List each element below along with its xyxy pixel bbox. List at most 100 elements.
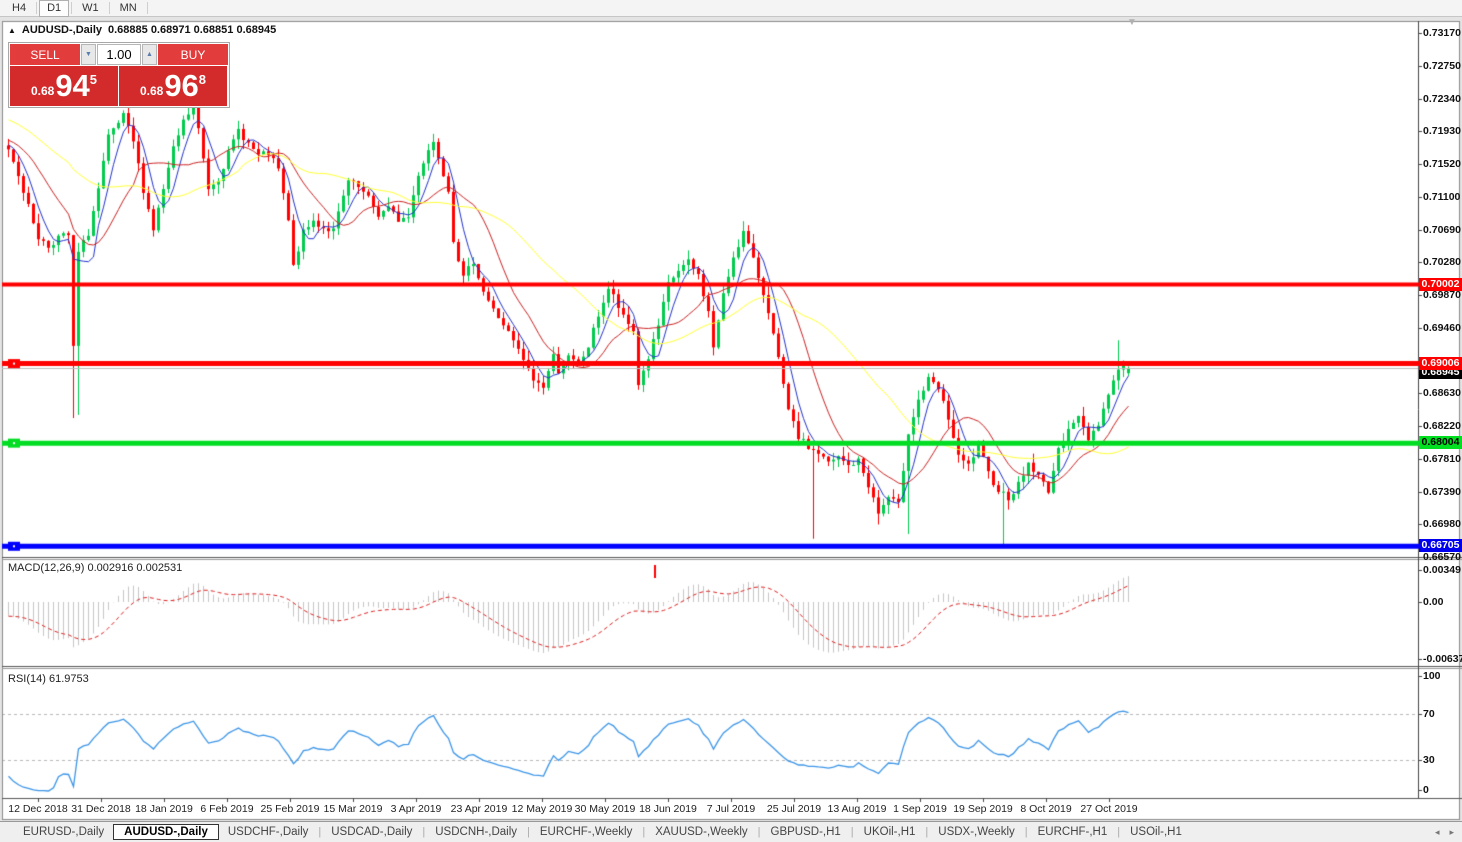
tab-eurchf-weekly[interactable]: EURCHF-,Weekly [531,825,641,839]
buy-price-sup: 8 [199,72,206,87]
date-axis-label: 27 Oct 2019 [1080,803,1137,815]
tab-usoil-h1[interactable]: USOil-,H1 [1121,825,1191,839]
volume-decrease-button[interactable]: ▼ [81,44,96,65]
timeframe-button-h4[interactable]: H4 [4,0,34,17]
rsi-indicator-label: RSI(14) 61.9753 [8,673,89,685]
macd-axis-label: -0.00637 [1423,653,1462,665]
chart-shift-marker-icon[interactable]: ▼ [1127,17,1137,28]
tab-usdcad-daily[interactable]: USDCAD-,Daily [322,825,421,839]
buy-price-prefix: 0.68 [140,84,163,98]
buy-price-big: 96 [164,68,198,104]
price-axis-label: 0.71930 [1423,125,1461,137]
rsi-axis-label: 70 [1423,708,1435,720]
date-axis-label: 8 Oct 2019 [1020,803,1071,815]
date-axis-label: 7 Jul 2019 [707,803,755,815]
tab-eurusd-daily[interactable]: EURUSD-,Daily [14,825,113,839]
collapse-chart-icon[interactable]: ▲ [8,26,16,35]
rsi-axis-label: 30 [1423,754,1435,766]
sell-price-sup: 5 [90,72,97,87]
tab-scroll-arrows: ◂ ▸ [1435,827,1454,838]
sell-button[interactable]: SELL [10,44,80,65]
sell-price-box[interactable]: 0.68 94 5 [10,66,118,106]
price-axis-label: 0.72750 [1423,60,1461,72]
price-axis-label: 0.68630 [1423,387,1461,399]
date-axis-label: 13 Aug 2019 [828,803,887,815]
price-axis-label: 0.73170 [1423,27,1461,39]
price-axis-label: 0.71100 [1423,191,1460,203]
one-click-trading-panel: SELL ▼ ▲ BUY 0.68 94 5 0.68 96 8 [8,42,230,108]
price-axis-label: 0.70280 [1423,256,1461,268]
price-axis-label: 0.66980 [1423,518,1461,530]
tab-audusd-daily[interactable]: AUDUSD-,Daily [113,824,219,840]
tab-scroll-right-icon[interactable]: ▸ [1449,827,1454,838]
timeframe-toolbar: H4 D1 W1 MN [0,0,1462,17]
chart-symbol-title: AUDUSD-,Daily [22,24,102,36]
chart-ohlc-values: 0.68885 0.68971 0.68851 0.68945 [108,24,276,36]
tab-separator: | [925,826,928,838]
date-axis-label: 6 Feb 2019 [200,803,253,815]
date-axis-label: 23 Apr 2019 [451,803,508,815]
toolbar-separator [109,2,110,14]
tab-separator: | [1025,826,1028,838]
tab-separator: | [422,826,425,838]
tab-eurchf-h1[interactable]: EURCHF-,H1 [1029,825,1117,839]
chart-tab-bar: EURUSD-,DailyAUDUSD-,DailyUSDCHF-,Daily|… [0,821,1462,842]
toolbar-separator [71,2,72,14]
macd-axis-label: 0.00 [1423,596,1443,608]
tab-separator: | [1117,826,1120,838]
macd-indicator-label: MACD(12,26,9) 0.002916 0.002531 [8,562,182,574]
date-axis-label: 12 May 2019 [512,803,573,815]
date-axis-label: 25 Feb 2019 [261,803,320,815]
tab-xauusd-weekly[interactable]: XAUUSD-,Weekly [646,825,756,839]
timeframe-button-d1[interactable]: D1 [39,0,69,17]
date-axis-label: 30 May 2019 [575,803,636,815]
price-axis-label: 0.70690 [1423,224,1461,236]
timeframe-button-mn[interactable]: MN [112,0,145,17]
sell-price-big: 94 [55,68,89,104]
chart-canvas[interactable] [0,0,1462,842]
tab-separator: | [527,826,530,838]
timeframe-button-w1[interactable]: W1 [74,0,107,17]
hline-price-marker: 0.68004 [1419,436,1462,449]
tab-separator: | [318,826,321,838]
hline-price-marker: 0.69006 [1419,357,1462,370]
toolbar-separator [147,2,148,14]
volume-input[interactable] [97,44,141,65]
date-axis-label: 31 Dec 2018 [71,803,131,815]
rsi-axis-label: 0 [1423,784,1429,796]
price-axis-label: 0.72340 [1423,93,1461,105]
hline-price-marker: 0.70002 [1419,278,1462,291]
date-axis-label: 15 Mar 2019 [324,803,383,815]
date-axis-label: 3 Apr 2019 [391,803,442,815]
sell-price-prefix: 0.68 [31,84,54,98]
buy-price-box[interactable]: 0.68 96 8 [119,66,227,106]
tab-usdcnh-daily[interactable]: USDCNH-,Daily [426,825,526,839]
tab-ukoil-h1[interactable]: UKOil-,H1 [855,825,925,839]
date-axis-label: 18 Jan 2019 [135,803,193,815]
hline-price-marker: 0.66705 [1419,539,1462,552]
price-axis-label: 0.68220 [1423,420,1461,432]
date-axis-label: 25 Jul 2019 [767,803,821,815]
date-axis-label: 12 Dec 2018 [8,803,68,815]
price-axis-label: 0.67810 [1423,453,1461,465]
price-axis-label: 0.71520 [1423,158,1461,170]
rsi-axis-label: 100 [1423,670,1441,682]
tab-usdx-weekly[interactable]: USDX-,Weekly [929,825,1023,839]
mt4-window: H4 D1 W1 MN ▲ AUDUSD-,Daily 0.68885 0.68971… [0,0,1462,842]
buy-button[interactable]: BUY [158,44,228,65]
tab-usdchf-daily[interactable]: USDCHF-,Daily [219,825,318,839]
chart-title-row: ▲ AUDUSD-,Daily 0.68885 0.68971 0.68851 … [8,24,276,36]
tab-separator: | [758,826,761,838]
tab-separator: | [851,826,854,838]
price-axis-label: 0.66570 [1423,551,1461,563]
volume-increase-button[interactable]: ▲ [142,44,157,65]
chart-tabs: EURUSD-,DailyAUDUSD-,DailyUSDCHF-,Daily|… [14,824,1191,840]
price-axis-label: 0.69460 [1423,322,1461,334]
price-axis-label: 0.67390 [1423,486,1461,498]
date-axis-label: 1 Sep 2019 [893,803,947,815]
price-axis-label: 0.69870 [1423,289,1461,301]
tab-separator: | [642,826,645,838]
tab-scroll-left-icon[interactable]: ◂ [1435,827,1440,838]
tab-gbpusd-h1[interactable]: GBPUSD-,H1 [762,825,850,839]
macd-axis-label: 0.00349 [1423,564,1461,576]
